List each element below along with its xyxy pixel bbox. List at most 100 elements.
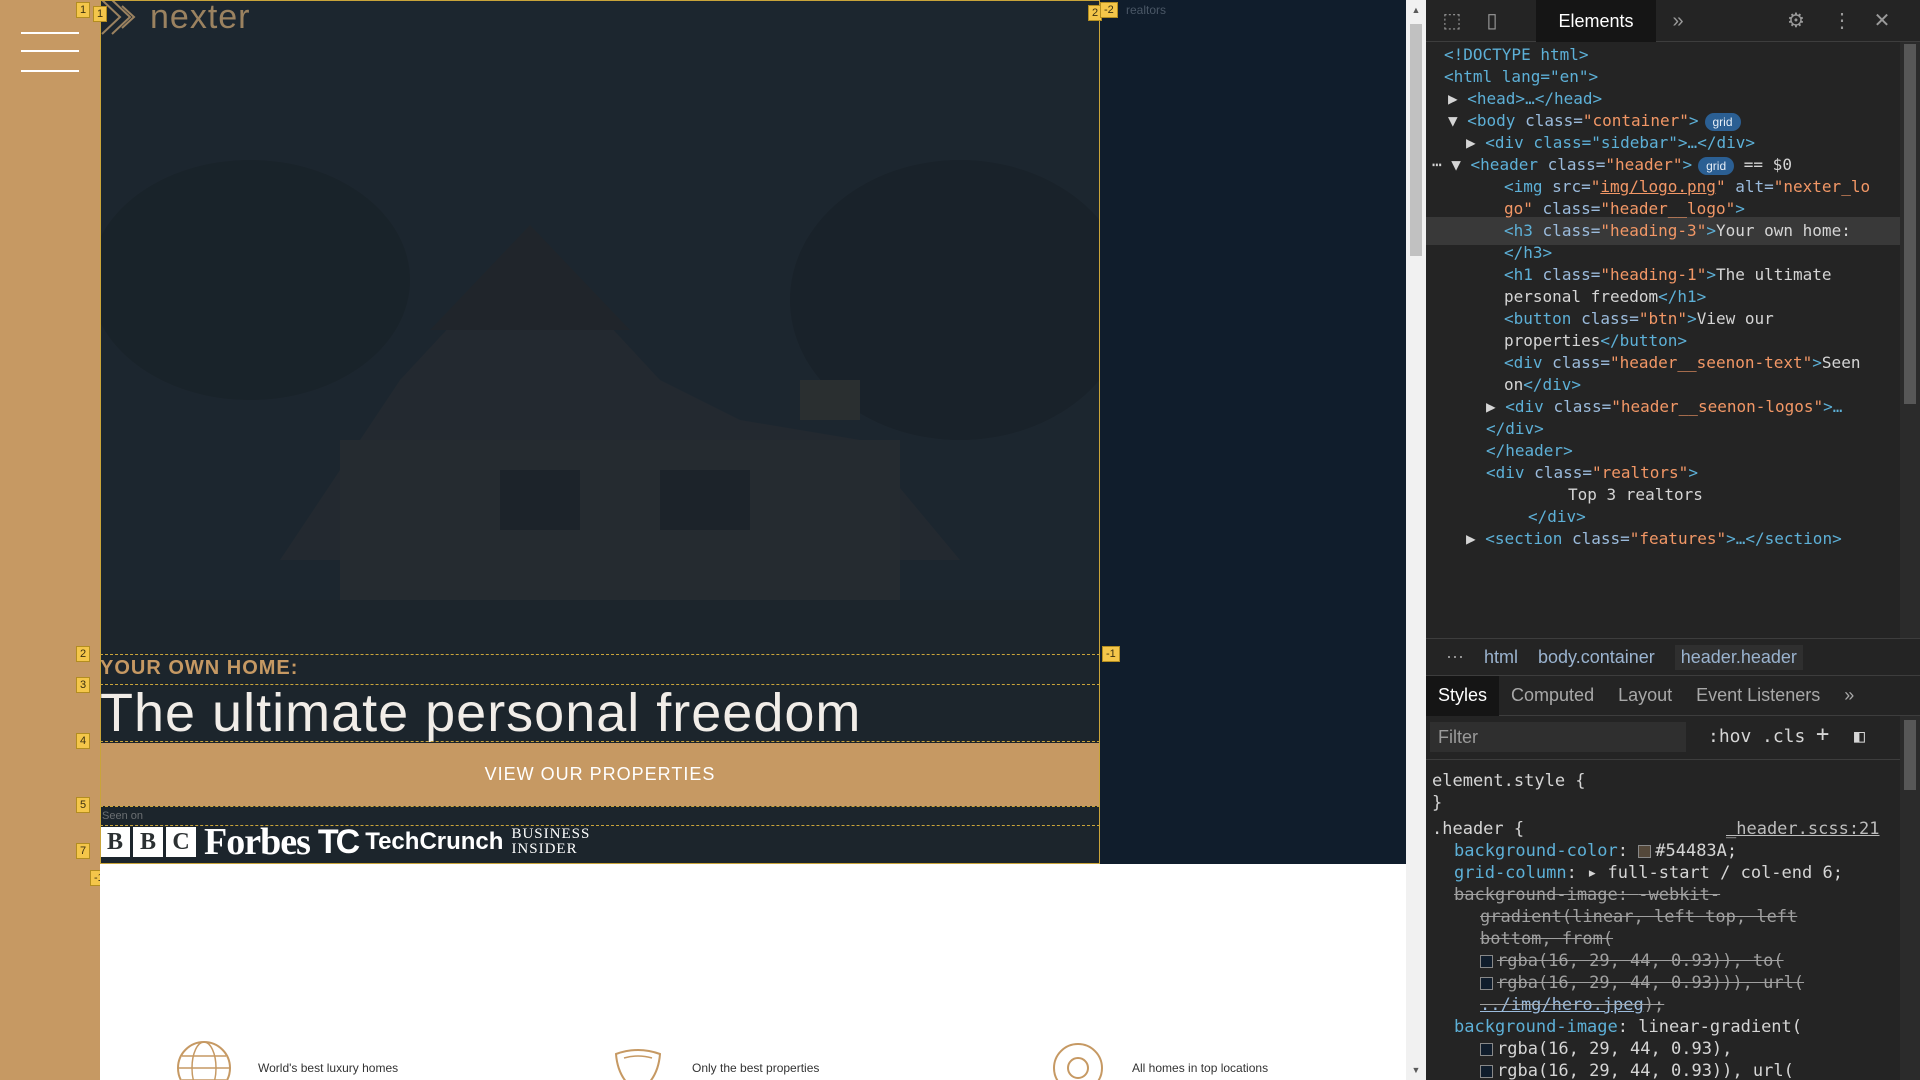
grid-tag: -2 [1100, 2, 1118, 18]
view-properties-button[interactable]: VIEW OUR PROPERTIES [100, 743, 1100, 806]
tab-elements[interactable]: Elements [1536, 0, 1656, 42]
tab-computed[interactable]: Computed [1499, 676, 1606, 716]
dom-node[interactable]: <h3 class="heading-3">Your own home: [1504, 218, 1851, 244]
style-rules: element.style { } .header { _header.scss… [1426, 760, 1900, 1080]
feature-item: All homes in top locations [1050, 1040, 1268, 1080]
seenon-text: Seen on [102, 810, 143, 822]
grid-tag: 1 [93, 6, 108, 22]
devtools-panel: ⬚ ▯ Elements » ⚙ ⋮ ✕ <!DOCTYPE html> <ht… [1426, 0, 1920, 1080]
tab-event-listeners[interactable]: Event Listeners [1684, 676, 1832, 716]
new-style-rule-icon[interactable]: + [1816, 722, 1829, 747]
rule-source-link[interactable]: _header.scss:21 [1726, 818, 1880, 840]
breadcrumb-item[interactable]: html [1484, 647, 1518, 668]
toggle-sidebar-icon[interactable]: ◧ [1854, 726, 1865, 747]
feature-item: World's best luxury homes [176, 1040, 398, 1080]
color-swatch[interactable] [1480, 954, 1493, 968]
breadcrumb-overflow-icon[interactable]: ⋯ [1446, 647, 1464, 668]
business-insider-logo: Business Insider [511, 826, 591, 857]
rule-property[interactable]: background-image: linear-gradient( [1454, 1016, 1802, 1038]
close-devtools-icon[interactable]: ✕ [1870, 9, 1894, 33]
grid-line [100, 684, 1100, 685]
hov-toggle[interactable]: :hov [1708, 726, 1751, 747]
rule-property[interactable]: background-color: #54483A; [1454, 840, 1737, 862]
styles-scrollbar[interactable] [1900, 716, 1920, 1080]
more-tabs-chevron-icon[interactable]: » [1832, 676, 1866, 716]
devtools-toolbar: ⬚ ▯ Elements » ⚙ ⋮ ✕ [1426, 0, 1920, 42]
header: nexter YOUR OWN HOME: The ultimate perso… [100, 0, 1100, 864]
more-options-icon[interactable]: ⋮ [1830, 9, 1854, 33]
rule-selector[interactable]: element.style { [1432, 770, 1586, 792]
rule-value-line: rgba(16, 29, 44, 0.93), [1480, 1038, 1732, 1060]
dom-tree: <!DOCTYPE html> <html lang="en"> ▶ <head… [1426, 42, 1900, 638]
header-heading: The ultimate personal freedom [100, 683, 862, 743]
grid-line [100, 825, 1100, 826]
realtors-section: realtors [1100, 0, 1406, 864]
grid-tag: -1 [1102, 646, 1120, 662]
dom-scrollbar[interactable] [1900, 42, 1920, 638]
grid-tag: 4 [76, 733, 91, 749]
dom-scroll-thumb[interactable] [1904, 44, 1916, 404]
trophy-icon [614, 1049, 662, 1080]
techcrunch-logo: TechCrunch [365, 828, 504, 855]
header-logo[interactable]: nexter [100, 0, 251, 38]
header-subheading: YOUR OWN HOME: [100, 657, 299, 679]
rule-close: } [1432, 793, 1443, 813]
breadcrumb: ⋯ html body.container header.header [1426, 638, 1920, 676]
rule-value-line: gradient(linear, left top, left [1480, 907, 1798, 927]
seenon-logos: BBC Forbes TC TechCrunch Business Insider [100, 821, 591, 863]
tab-styles[interactable]: Styles [1426, 675, 1500, 716]
rule-selector[interactable]: .header { [1432, 818, 1524, 840]
rule-property-overridden[interactable]: background-image: -webkit- [1454, 884, 1720, 906]
color-swatch[interactable] [1480, 976, 1493, 990]
hamburger-menu-icon[interactable] [21, 32, 79, 72]
device-toolbar-icon[interactable]: ▯ [1480, 9, 1504, 33]
scroll-down-arrow-icon[interactable]: ▼ [1410, 1064, 1422, 1076]
techcrunch-mark-icon: TC [317, 822, 360, 861]
page-viewport: nexter YOUR OWN HOME: The ultimate perso… [0, 0, 1406, 1080]
styles-filter-row: :hov .cls + ◧ [1426, 716, 1900, 760]
grid-tag: 2 [76, 646, 91, 662]
color-swatch[interactable] [1638, 844, 1652, 858]
grid-tag: 3 [76, 677, 91, 693]
grid-tag: 7 [76, 843, 91, 859]
logo-text: nexter [150, 0, 251, 36]
realtors-label: realtors [1126, 3, 1167, 17]
tab-layout[interactable]: Layout [1606, 676, 1684, 716]
breadcrumb-item[interactable]: header.header [1674, 644, 1803, 670]
styles-tab-bar: Styles Computed Layout Event Listeners » [1426, 675, 1920, 716]
dom-node[interactable]: Top 3 realtors [1568, 482, 1703, 508]
dom-node[interactable]: ▶ <section class="features">…</section> [1466, 526, 1842, 552]
grid-badge[interactable]: grid [1698, 157, 1735, 175]
grid-line [100, 741, 1100, 742]
styles-scroll-thumb[interactable] [1904, 720, 1916, 790]
grid-tag: 1 [76, 2, 91, 18]
breadcrumb-item[interactable]: body.container [1538, 647, 1655, 668]
feature-item: Only the best properties [610, 1040, 819, 1080]
feature-text: All homes in top locations [1132, 1061, 1269, 1075]
rule-property[interactable]: grid-column: ▸ full-start / col-end 6; [1454, 862, 1843, 884]
scroll-up-arrow-icon[interactable]: ▲ [1410, 4, 1422, 16]
sidebar [0, 0, 100, 1080]
color-swatch[interactable] [1480, 1064, 1493, 1078]
rule-value-line: rgba(16, 29, 44, 0.93)), to( [1480, 950, 1784, 972]
page-scrollbar[interactable]: ▲ ▼ [1406, 0, 1426, 1080]
feature-text: World's best luxury homes [258, 1061, 399, 1075]
grid-line [100, 654, 1100, 655]
settings-gear-icon[interactable]: ⚙ [1784, 9, 1808, 33]
cls-toggle[interactable]: .cls [1762, 726, 1805, 747]
grid-tag: 5 [76, 797, 91, 813]
inspect-element-icon[interactable]: ⬚ [1440, 9, 1464, 33]
grid-badge[interactable]: grid [1704, 113, 1741, 131]
grid-line [100, 806, 1100, 807]
styles-filter-input[interactable] [1430, 722, 1686, 752]
bbc-logo: BBC [100, 827, 196, 857]
page-scroll-thumb[interactable] [1410, 24, 1422, 256]
rule-value-line: bottom, from( [1480, 929, 1614, 949]
more-tabs-chevron-icon[interactable]: » [1666, 9, 1690, 33]
rule-value-line: rgba(16, 29, 44, 0.93)), url( [1480, 1060, 1794, 1080]
feature-text: Only the best properties [692, 1061, 820, 1075]
rule-value-line: ../img/hero.jpeg); [1480, 995, 1665, 1015]
rule-value-line: rgba(16, 29, 44, 0.93))), url( [1480, 972, 1804, 994]
globe-icon [177, 1041, 231, 1080]
color-swatch[interactable] [1480, 1042, 1493, 1056]
